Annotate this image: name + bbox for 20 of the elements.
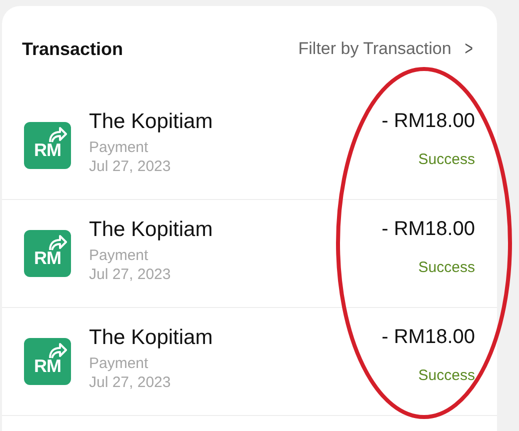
transaction-amount: - RM18.00 [382,110,475,132]
merchant-name: The Kopitiam [89,218,214,242]
merchant-logo: RM [24,230,71,277]
transaction-date: Jul 27, 2023 [89,266,172,283]
transaction-amount: - RM18.00 [382,326,475,348]
transaction-status: Success [418,366,475,384]
transaction-status: Success [418,150,475,168]
merchant-logo: RM [24,338,71,385]
merchant-name: The Kopitiam [89,110,214,134]
transaction-date: Jul 27, 2023 [89,158,172,175]
transaction-date: Jul 27, 2023 [89,374,172,391]
transaction-amount: - RM18.00 [382,218,475,240]
transaction-status: Success [418,258,475,276]
merchant-logo: RM [24,122,71,169]
transaction-type: Payment [89,355,150,372]
merchant-name: The Kopitiam [89,326,214,350]
filter-link[interactable]: Filter by Transaction > [298,38,475,60]
transaction-type: Payment [89,247,150,264]
section-title: Transaction [22,38,124,60]
transaction-type: Payment [89,139,150,156]
